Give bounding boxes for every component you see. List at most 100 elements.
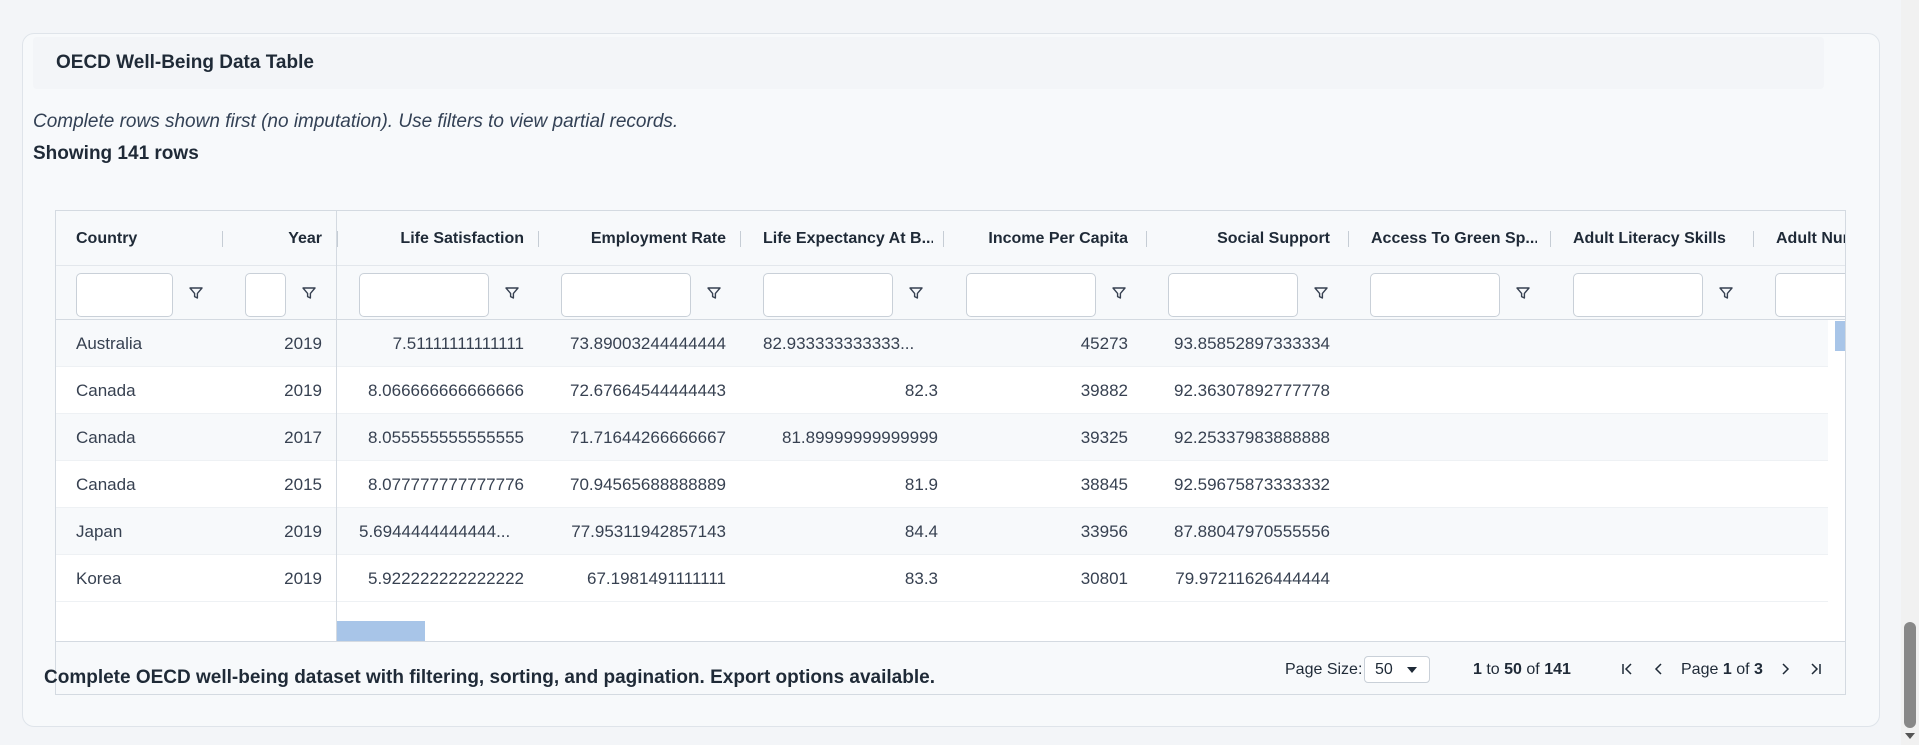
col-header-income-per-capita[interactable]: Income Per Capita — [956, 211, 1128, 266]
column-resize-handle[interactable] — [1348, 231, 1349, 247]
cell-country: Canada — [76, 380, 136, 400]
table-row[interactable]: Canada 2015 8.077777777777776 70.9456568… — [56, 461, 1828, 508]
filter-input-life-satisfaction[interactable] — [359, 273, 489, 317]
filter-input-life-expectancy[interactable] — [763, 273, 893, 317]
table-row[interactable]: Korea 2019 5.922222222222222 67.19814911… — [56, 555, 1828, 602]
filter-icon[interactable] — [1111, 285, 1127, 301]
filter-input-adult-literacy-skills[interactable] — [1573, 273, 1703, 317]
cell-social-support: 92.25337983888888 — [1174, 427, 1330, 447]
col-header-label: Adult Num — [1776, 229, 1845, 247]
range-to: 50 — [1504, 660, 1522, 678]
col-header-label: Country — [76, 229, 138, 247]
cell-life-satisfaction: 5.6944444444444... — [359, 521, 511, 541]
filter-input-country[interactable] — [76, 273, 173, 317]
cell-income-per-capita: 33956 — [1080, 521, 1128, 541]
cell-life-satisfaction: 8.066666666666666 — [368, 380, 524, 400]
filter-icon[interactable] — [188, 285, 204, 301]
cell-year: 2015 — [284, 474, 322, 494]
col-header-life-expectancy[interactable]: Life Expectancy At B... — [763, 211, 933, 266]
filter-input-adult-numeracy[interactable] — [1775, 273, 1845, 317]
cell-social-support: 92.59675873333332 — [1174, 474, 1330, 494]
cell-life-expectancy: 81.89999999999999 — [782, 427, 938, 447]
cell-social-support: 93.85852897333334 — [1174, 333, 1330, 353]
row-range-summary: 1 to 50 of 141 — [1473, 642, 1571, 694]
cell-employment-rate: 67.1981491111111 — [587, 568, 726, 588]
range-of-word: of — [1526, 660, 1540, 678]
filter-icon[interactable] — [1515, 285, 1531, 301]
previous-page-icon[interactable] — [1651, 661, 1667, 677]
column-resize-handle[interactable] — [740, 231, 741, 247]
cell-year: 2017 — [284, 427, 322, 447]
column-resize-handle[interactable] — [538, 231, 539, 247]
col-header-adult-literacy-skills[interactable]: Adult Literacy Skills — [1573, 211, 1753, 266]
cell-life-expectancy: 83.3 — [904, 568, 938, 588]
filter-icon[interactable] — [504, 285, 520, 301]
col-header-label: Income Per Capita — [988, 229, 1128, 247]
table-body: Australia 2019 7.51111111111111 73.89003… — [56, 320, 1845, 620]
column-resize-handle[interactable] — [1753, 231, 1754, 247]
vertical-scrollbar-thumb[interactable] — [1835, 321, 1845, 351]
page-scrollbar-thumb[interactable] — [1904, 622, 1916, 728]
cell-employment-rate: 77.95311942857143 — [571, 521, 726, 541]
last-page-icon[interactable] — [1808, 661, 1824, 677]
column-resize-handle[interactable] — [1146, 231, 1147, 247]
cell-social-support: 79.97211626444444 — [1175, 568, 1330, 588]
filter-input-income-per-capita[interactable] — [966, 273, 1096, 317]
col-header-label: Social Support — [1217, 229, 1330, 247]
cell-year: 2019 — [284, 568, 322, 588]
col-header-year[interactable]: Year — [236, 211, 322, 266]
col-header-country[interactable]: Country — [76, 211, 216, 266]
filter-input-employment-rate[interactable] — [561, 273, 691, 317]
col-header-adult-numeracy[interactable]: Adult Num — [1776, 211, 1845, 266]
scroll-down-arrow-icon[interactable] — [1905, 733, 1915, 739]
cell-income-per-capita: 39325 — [1080, 427, 1128, 447]
cell-social-support: 87.88047970555556 — [1174, 521, 1330, 541]
cell-life-expectancy: 84.4 — [904, 521, 938, 541]
col-header-label: Access To Green Sp... — [1371, 229, 1537, 247]
table-row[interactable]: Canada 2019 8.066666666666666 72.6766454… — [56, 367, 1828, 414]
col-header-employment-rate[interactable]: Employment Rate — [551, 211, 726, 266]
cell-income-per-capita: 39882 — [1080, 380, 1128, 400]
col-header-life-satisfaction[interactable]: Life Satisfaction — [346, 211, 524, 266]
page-word: Page — [1681, 660, 1719, 678]
filter-input-year[interactable] — [245, 273, 286, 317]
filter-input-access-to-green-space[interactable] — [1370, 273, 1500, 317]
filter-icon[interactable] — [1718, 285, 1734, 301]
panel-subtitle: Complete rows shown first (no imputation… — [33, 111, 679, 132]
col-header-access-to-green-space[interactable]: Access To Green Sp... — [1371, 211, 1537, 266]
range-total: 141 — [1544, 660, 1571, 678]
filter-icon[interactable] — [706, 285, 722, 301]
page-of-word: of — [1736, 660, 1750, 678]
cell-country: Australia — [76, 333, 143, 353]
cell-life-expectancy: 81.9 — [904, 474, 938, 494]
cell-life-satisfaction: 8.077777777777776 — [368, 474, 524, 494]
column-resize-handle[interactable] — [222, 231, 223, 247]
cell-life-expectancy: 82.3 — [904, 380, 938, 400]
table-row[interactable]: Canada 2017 8.055555555555555 71.7164426… — [56, 414, 1828, 461]
filter-icon[interactable] — [1313, 285, 1329, 301]
col-header-social-support[interactable]: Social Support — [1156, 211, 1330, 266]
filter-input-social-support[interactable] — [1168, 273, 1298, 317]
filter-icon[interactable] — [908, 285, 924, 301]
filter-icon[interactable] — [301, 285, 317, 301]
page-size-label: Page Size: — [1285, 660, 1363, 678]
column-resize-handle[interactable] — [337, 231, 338, 247]
panel-title-text: OECD Well-Being Data Table — [56, 52, 314, 73]
horizontal-scrollbar-thumb[interactable] — [337, 621, 425, 641]
cell-income-per-capita: 30801 — [1080, 568, 1128, 588]
cell-income-per-capita: 45273 — [1080, 333, 1128, 353]
data-grid: Country Year Life Satisfaction Employmen… — [55, 210, 1846, 695]
page-size-select[interactable]: 50 — [1364, 656, 1430, 683]
dropdown-caret-icon — [1407, 667, 1417, 673]
column-resize-handle[interactable] — [943, 231, 944, 247]
panel-title: OECD Well-Being Data Table — [33, 37, 1824, 89]
first-page-icon[interactable] — [1619, 661, 1635, 677]
next-page-icon[interactable] — [1777, 661, 1793, 677]
cell-employment-rate: 73.89003244444444 — [570, 333, 726, 353]
column-resize-handle[interactable] — [1550, 231, 1551, 247]
page-scrollbar[interactable] — [1901, 0, 1919, 745]
table-row[interactable]: Japan 2019 5.6944444444444... 77.9531194… — [56, 508, 1828, 555]
col-header-label: Employment Rate — [590, 229, 726, 247]
cell-life-expectancy: 82.933333333333... — [763, 333, 915, 353]
table-row[interactable]: Australia 2019 7.51111111111111 73.89003… — [56, 320, 1828, 367]
